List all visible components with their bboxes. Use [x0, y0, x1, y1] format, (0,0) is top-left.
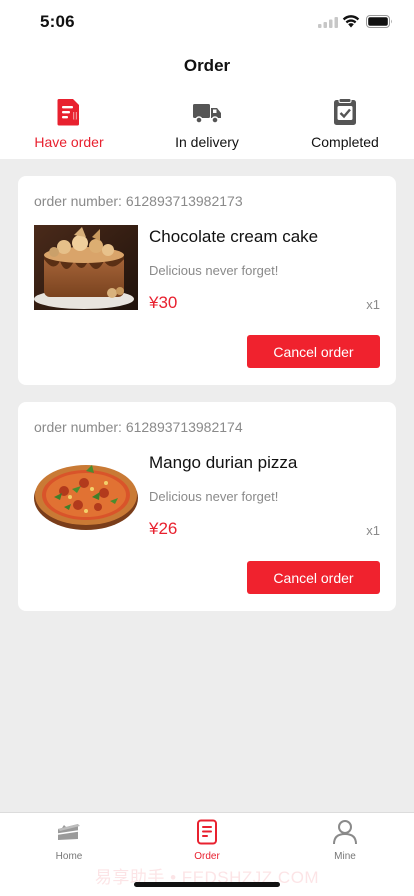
- home-indicator: [134, 882, 280, 887]
- product-name: Mango durian pizza: [149, 453, 298, 472]
- product-price: ¥30: [149, 293, 178, 312]
- status-time: 5:06: [40, 12, 75, 31]
- tab-label: Have order: [34, 134, 104, 150]
- product-quantity: x1: [366, 523, 380, 538]
- person-icon: [333, 820, 357, 845]
- page-title: Order: [183, 56, 231, 75]
- cancel-order-button[interactable]: Cancel order: [247, 561, 380, 594]
- chocolate-cake-image: [34, 225, 138, 310]
- pizza-image: [34, 451, 138, 536]
- product-price: ¥26: [149, 519, 178, 538]
- tab-completed[interactable]: Completed: [276, 97, 414, 155]
- status-bar: 5:06: [0, 0, 414, 44]
- check-clipboard-icon: [334, 98, 356, 125]
- nav-home[interactable]: Home: [0, 819, 138, 862]
- tab-label: In delivery: [175, 134, 239, 150]
- product-description: Delicious never forget!: [149, 263, 279, 278]
- product-description: Delicious never forget!: [149, 489, 279, 504]
- top-bar: 5:06 Order Have order In delivery Comple…: [0, 0, 414, 159]
- battery-icon: [366, 15, 392, 28]
- nav-mine[interactable]: Mine: [276, 819, 414, 862]
- order-number: order number: 612893713982173: [34, 193, 243, 209]
- product-name: Chocolate cream cake: [149, 227, 319, 246]
- tab-label: Completed: [311, 134, 379, 150]
- receipt-download-icon: [57, 99, 80, 126]
- product-quantity: x1: [366, 297, 380, 312]
- nav-label: Home: [55, 851, 83, 862]
- cellular-signal-icon: [318, 17, 338, 28]
- order-number: order number: 612893713982174: [34, 419, 243, 435]
- nav-label: Order: [194, 851, 220, 862]
- nav-label: Mine: [334, 851, 356, 862]
- order-card[interactable]: order number: 612893713982174 Mango duri…: [18, 402, 396, 611]
- order-document-icon: [197, 819, 217, 845]
- nav-order[interactable]: Order: [138, 819, 276, 862]
- delivery-truck-icon: [193, 104, 221, 124]
- cancel-order-button[interactable]: Cancel order: [247, 335, 380, 368]
- tab-have-order[interactable]: Have order: [0, 97, 138, 155]
- tab-in-delivery[interactable]: In delivery: [138, 97, 276, 155]
- cake-slice-icon: [57, 824, 80, 840]
- wifi-icon: [342, 15, 360, 28]
- order-card[interactable]: order number: 612893713982173 Chocolate …: [18, 176, 396, 385]
